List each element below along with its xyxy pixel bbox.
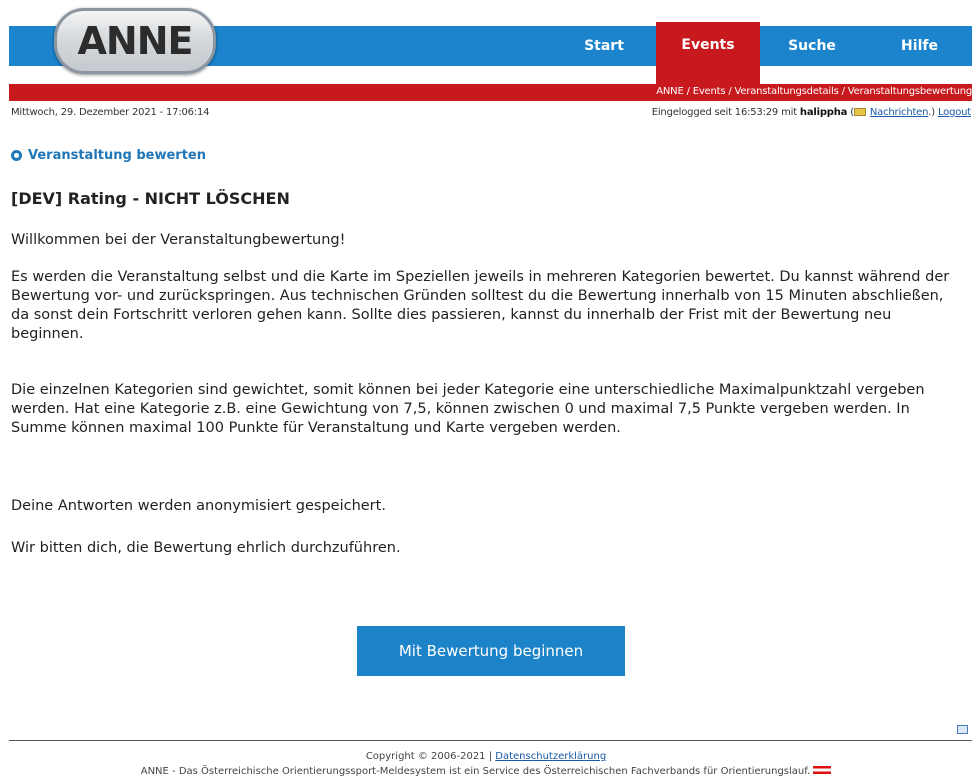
footer-copyright: Copyright © 2006-2021 | Datenschutzerklä… [0,751,972,762]
footer-service: ANNE - Das Österreichische Orientierungs… [0,766,972,777]
username: halippha [799,107,848,118]
honesty-paragraph: Wir bitten dich, die Bewertung ehrlich d… [11,540,401,556]
logo-text: ANNE [77,19,194,63]
service-text: ANNE - Das Österreichische Orientierungs… [140,766,811,777]
nav-start[interactable]: Start [552,26,656,66]
login-status: Eingelogged seit 16:53:29 mit halippha (… [652,107,971,118]
nav-hilfe[interactable]: Hilfe [867,26,972,66]
print-icon[interactable] [957,725,968,734]
nav-events[interactable]: Events [656,22,760,84]
section-heading: Veranstaltung bewerten [11,148,206,163]
nav-suche[interactable]: Suche [760,26,864,66]
circle-icon [11,150,22,161]
messages-close: .) [928,107,935,118]
privacy-link[interactable]: Datenschutzerklärung [495,751,606,762]
current-datetime: Mittwoch, 29. Dezember 2021 - 17:06:14 [11,107,210,118]
login-prefix: Eingelogged seit 16:53:29 mit [651,107,797,118]
info-paragraph: Es werden die Veranstaltung selbst und d… [11,269,950,342]
copyright-text: Copyright © 2006-2021 | [365,751,493,762]
breadcrumb: ANNE / Events / Veranstaltungsdetails / … [656,86,972,97]
start-rating-button[interactable]: Mit Bewertung beginnen [357,626,625,676]
footer-divider [9,740,972,741]
section-heading-label: Veranstaltung bewerten [28,148,206,163]
welcome-paragraph: Willkommen bei der Veranstaltungbewertun… [11,232,346,248]
anonymity-paragraph: Deine Antworten werden anonymisiert gesp… [11,498,386,514]
anne-logo[interactable]: ANNE [54,8,216,74]
flag-icon [813,766,832,774]
weighting-paragraph: Die einzelnen Kategorien sind gewichtet,… [11,382,925,436]
messages-link[interactable]: Nachrichten [870,107,929,118]
event-title: [DEV] Rating - NICHT LÖSCHEN [11,189,290,208]
mail-icon [853,108,866,116]
logout-link[interactable]: Logout [938,107,971,118]
